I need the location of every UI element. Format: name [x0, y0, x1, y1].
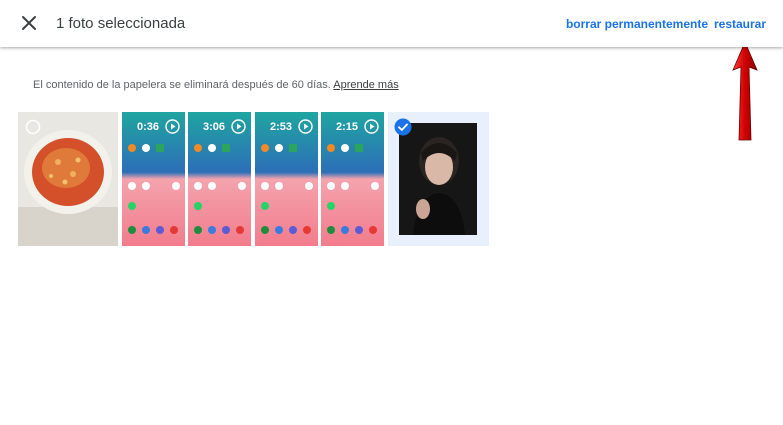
play-icon: [165, 119, 180, 134]
selected-check-icon[interactable]: [394, 118, 412, 136]
play-icon: [364, 119, 379, 134]
select-circle-icon[interactable]: [25, 119, 41, 135]
annotation-arrow-icon: [732, 40, 758, 141]
play-icon: [298, 119, 313, 134]
trash-info-text: El contenido de la papelera se eliminará…: [33, 79, 331, 91]
learn-more-link[interactable]: Aprende más: [333, 79, 398, 91]
play-icon: [231, 119, 246, 134]
video-thumbnail[interactable]: 3:06: [188, 112, 251, 246]
video-duration: 2:15: [336, 121, 359, 133]
selection-toolbar: 1 foto seleccionada borrar permanentemen…: [0, 0, 783, 47]
video-thumbnail[interactable]: 2:53: [255, 112, 318, 246]
restore-button[interactable]: restaurar: [714, 17, 766, 31]
video-duration: 2:53: [270, 121, 293, 133]
selection-count-title: 1 foto seleccionada: [56, 15, 186, 32]
photo-thumbnail[interactable]: [18, 112, 118, 246]
close-icon[interactable]: [18, 12, 40, 34]
video-duration: 3:06: [203, 121, 226, 133]
video-thumbnail[interactable]: 0:36: [122, 112, 185, 246]
portrait-image: [399, 123, 477, 235]
video-thumbnail[interactable]: 2:15: [321, 112, 384, 246]
video-duration: 0:36: [137, 121, 160, 133]
delete-permanently-button[interactable]: borrar permanentemente: [566, 17, 708, 31]
trash-info: El contenido de la papelera se eliminará…: [33, 79, 399, 91]
